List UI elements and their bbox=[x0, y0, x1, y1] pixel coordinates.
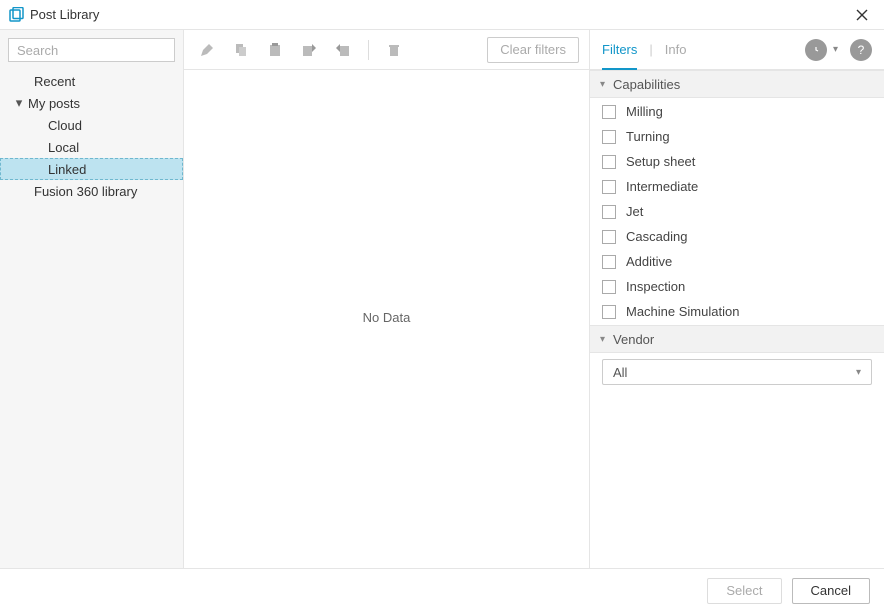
caret-down-icon: ▾ bbox=[600, 334, 605, 345]
tree-item-linked[interactable]: Linked bbox=[0, 158, 183, 180]
clock-icon[interactable] bbox=[805, 39, 827, 61]
capability-additive[interactable]: Additive bbox=[602, 254, 872, 269]
tab-separator: | bbox=[649, 42, 652, 57]
tree-pane: Recent ▾ My posts Cloud Local Linked Fus… bbox=[0, 30, 184, 568]
clear-filters-label: Clear filters bbox=[500, 42, 566, 57]
content-toolbar: Clear filters bbox=[184, 30, 589, 70]
toolbar-separator bbox=[368, 40, 369, 60]
checkbox-icon bbox=[602, 130, 616, 144]
tab-info[interactable]: Info bbox=[665, 30, 687, 70]
tree-item-fusion-library[interactable]: Fusion 360 library bbox=[0, 180, 183, 202]
tree-item-local[interactable]: Local bbox=[0, 136, 183, 158]
tree-item-cloud[interactable]: Cloud bbox=[0, 114, 183, 136]
capability-setup-sheet[interactable]: Setup sheet bbox=[602, 154, 872, 169]
paste-icon[interactable] bbox=[262, 37, 288, 63]
checkbox-icon bbox=[602, 205, 616, 219]
tree-item-my-posts[interactable]: ▾ My posts bbox=[0, 92, 183, 114]
checkbox-icon bbox=[602, 280, 616, 294]
vendor-select[interactable]: All ▾ bbox=[602, 359, 872, 385]
button-label: Cancel bbox=[811, 583, 851, 598]
search-input[interactable] bbox=[8, 38, 175, 62]
checkbox-icon bbox=[602, 155, 616, 169]
checkbox-icon bbox=[602, 180, 616, 194]
tree-label: Recent bbox=[34, 74, 75, 89]
checkbox-label: Jet bbox=[626, 204, 643, 219]
filter-pane: Filters | Info ▾ ? ▾ Capabilities Millin… bbox=[589, 30, 884, 568]
content-pane: Clear filters No Data bbox=[184, 30, 589, 568]
tree-label: Cloud bbox=[48, 118, 82, 133]
capability-machine-simulation[interactable]: Machine Simulation bbox=[602, 304, 872, 319]
select-value: All bbox=[613, 365, 627, 380]
tree-label: Fusion 360 library bbox=[34, 184, 137, 199]
checkbox-label: Intermediate bbox=[626, 179, 698, 194]
section-label: Capabilities bbox=[613, 77, 680, 92]
checkbox-label: Cascading bbox=[626, 229, 687, 244]
app-icon bbox=[8, 7, 24, 23]
clear-filters-button[interactable]: Clear filters bbox=[487, 37, 579, 63]
tree-label: My posts bbox=[28, 96, 80, 111]
caret-down-icon: ▾ bbox=[600, 79, 605, 90]
capability-turning[interactable]: Turning bbox=[602, 129, 872, 144]
tree-label: Linked bbox=[48, 162, 86, 177]
section-label: Vendor bbox=[613, 332, 654, 347]
checkbox-label: Inspection bbox=[626, 279, 685, 294]
checkbox-label: Turning bbox=[626, 129, 670, 144]
copy-icon[interactable] bbox=[228, 37, 254, 63]
checkbox-label: Machine Simulation bbox=[626, 304, 739, 319]
checkbox-icon bbox=[602, 105, 616, 119]
search-field[interactable] bbox=[8, 38, 175, 62]
select-button[interactable]: Select bbox=[707, 578, 781, 604]
export-icon[interactable] bbox=[330, 37, 356, 63]
caret-down-icon: ▾ bbox=[14, 95, 24, 111]
tab-filters[interactable]: Filters bbox=[602, 30, 637, 70]
cancel-button[interactable]: Cancel bbox=[792, 578, 870, 604]
help-icon[interactable]: ? bbox=[850, 39, 872, 61]
edit-icon[interactable] bbox=[194, 37, 220, 63]
dialog-footer: Select Cancel bbox=[0, 568, 884, 612]
tree-label: Local bbox=[48, 140, 79, 155]
chevron-down-icon: ▾ bbox=[856, 367, 861, 378]
window-title: Post Library bbox=[30, 7, 99, 22]
capability-inspection[interactable]: Inspection bbox=[602, 279, 872, 294]
capability-milling[interactable]: Milling bbox=[602, 104, 872, 119]
capability-intermediate[interactable]: Intermediate bbox=[602, 179, 872, 194]
chevron-down-icon[interactable]: ▾ bbox=[833, 44, 838, 55]
button-label: Select bbox=[726, 583, 762, 598]
import-icon[interactable] bbox=[296, 37, 322, 63]
checkbox-icon bbox=[602, 230, 616, 244]
checkbox-label: Additive bbox=[626, 254, 672, 269]
checkbox-label: Milling bbox=[626, 104, 663, 119]
section-vendor-header[interactable]: ▾ Vendor bbox=[590, 325, 884, 353]
capability-cascading[interactable]: Cascading bbox=[602, 229, 872, 244]
checkbox-label: Setup sheet bbox=[626, 154, 695, 169]
section-capabilities-header[interactable]: ▾ Capabilities bbox=[590, 70, 884, 98]
capability-jet[interactable]: Jet bbox=[602, 204, 872, 219]
delete-icon[interactable] bbox=[381, 37, 407, 63]
checkbox-icon bbox=[602, 305, 616, 319]
tree-item-recent[interactable]: Recent bbox=[0, 70, 183, 92]
no-data-label: No Data bbox=[363, 310, 411, 325]
checkbox-icon bbox=[602, 255, 616, 269]
window-close-button[interactable] bbox=[848, 1, 876, 29]
